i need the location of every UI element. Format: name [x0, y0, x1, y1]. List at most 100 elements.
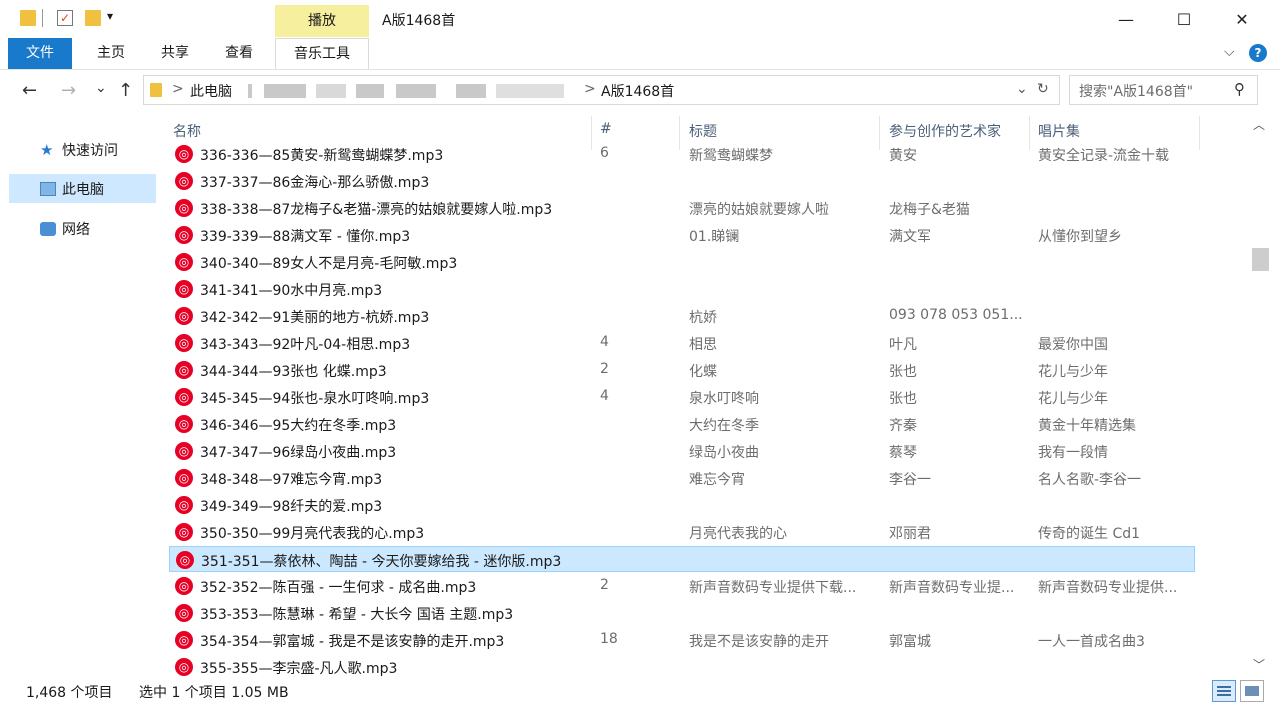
search-icon[interactable]: ⚲ — [1234, 80, 1245, 98]
netease-music-icon: ◎ — [175, 199, 193, 217]
redacted-path — [264, 84, 306, 98]
file-name: 343-343—92叶凡-04-相思.mp3 — [200, 337, 411, 353]
file-row[interactable]: ◎ 342-342—91美丽的地方-杭娇.mp3 杭娇 093 078 053 051… — [169, 303, 1195, 329]
forward-button[interactable]: → — [61, 80, 76, 101]
minimize-button[interactable]: — — [1097, 0, 1155, 38]
track-number: 2 — [600, 361, 609, 377]
file-row[interactable]: ◎ 338-338—87龙梅子&老猫-漂亮的姑娘就要嫁人啦.mp3 漂亮的姑娘就要嫁… — [169, 195, 1195, 221]
computer-icon — [40, 182, 56, 196]
file-row[interactable]: ◎ 345-345—94张也-泉水叮咚响.mp3 4 泉水叮咚响 张也 花儿与少年 — [169, 384, 1195, 410]
expand-ribbon-icon[interactable]: ⌵ — [1224, 44, 1235, 60]
track-artist: 郭富城 — [889, 634, 931, 650]
file-row[interactable]: ◎ 348-348—97难忘今宵.mp3 难忘今宵 李谷一 名人名歌-李谷一 — [169, 465, 1195, 491]
scroll-down-button[interactable]: ﹀ — [1253, 656, 1265, 673]
tab-view[interactable]: 查看 — [210, 38, 268, 69]
netease-music-icon: ◎ — [175, 334, 193, 352]
file-row[interactable]: ◎ 346-346—95大约在冬季.mp3 大约在冬季 齐秦 黄金十年精选集 — [169, 411, 1195, 437]
vertical-scrollbar[interactable] — [1250, 113, 1270, 673]
column-header-number[interactable]: # — [600, 121, 612, 137]
track-number: 4 — [600, 388, 609, 404]
netease-music-icon: ◎ — [175, 496, 193, 514]
back-button[interactable]: ← — [22, 80, 37, 101]
search-input[interactable]: 搜索"A版1468首" — [1079, 81, 1193, 101]
file-row[interactable]: ◎ 341-341—90水中月亮.mp3 — [169, 276, 1195, 302]
sidebar-item-label: 快速访问 — [62, 143, 118, 159]
selection-info: 选中 1 个项目 1.05 MB — [139, 685, 289, 701]
file-name: 341-341—90水中月亮.mp3 — [200, 283, 383, 299]
netease-music-icon: ◎ — [175, 415, 193, 433]
file-name: 355-355—李宗盛-凡人歌.mp3 — [200, 661, 398, 677]
file-row[interactable]: ◎ 344-344—93张也 化蝶.mp3 2 化蝶 张也 花儿与少年 — [169, 357, 1195, 383]
sidebar-item-quick-access[interactable]: ★ 快速访问 — [40, 140, 118, 160]
help-icon[interactable]: ? — [1249, 44, 1267, 62]
sidebar-item-label: 此电脑 — [62, 182, 104, 198]
tab-home[interactable]: 主页 — [82, 38, 140, 69]
column-header-title[interactable]: 标题 — [689, 121, 717, 141]
address-bar[interactable]: > 此电脑 > A版1468首 ⌄ ↻ — [143, 75, 1060, 105]
maximize-button[interactable]: ☐ — [1155, 0, 1213, 38]
file-row[interactable]: ◎ 350-350—99月亮代表我的心.mp3 月亮代表我的心 邓丽君 传奇的诞生 Cd… — [169, 519, 1195, 545]
refresh-icon[interactable]: ↻ — [1037, 81, 1049, 97]
redacted-path — [496, 84, 564, 98]
breadcrumb-current-folder[interactable]: A版1468首 — [601, 81, 674, 101]
file-row[interactable]: ◎ 351-351—蔡依林、陶喆 - 今天你要嫁给我 - 迷你版.mp3 — [169, 546, 1195, 572]
track-artist: 093 078 053 051... — [889, 307, 1023, 323]
file-name: 344-344—93张也 化蝶.mp3 — [200, 364, 387, 380]
breadcrumb-separator[interactable]: > — [584, 81, 596, 97]
column-header-album[interactable]: 唱片集 — [1038, 121, 1080, 141]
address-dropdown-icon[interactable]: ⌄ — [1016, 81, 1028, 97]
file-name: 354-354—郭富城 - 我是不是该安静的走开.mp3 — [200, 634, 505, 650]
track-title: 大约在冬季 — [689, 418, 759, 434]
track-album: 花儿与少年 — [1038, 391, 1108, 407]
netease-music-icon: ◎ — [175, 523, 193, 541]
scrollbar-thumb[interactable] — [1252, 248, 1269, 271]
file-row[interactable]: ◎ 353-353—陈慧琳 - 希望 - 大长今 国语 主题.mp3 — [169, 600, 1195, 626]
sidebar-item-network[interactable]: 网络 — [40, 219, 90, 239]
breadcrumb-this-pc[interactable]: 此电脑 — [190, 81, 232, 101]
file-row[interactable]: ◎ 336-336—85黄安-新鸳鸯蝴蝶梦.mp3 6 新鸳鸯蝴蝶梦 黄安 黄安全记录-流… — [169, 141, 1195, 167]
properties-icon[interactable]: ✓ — [57, 10, 73, 26]
track-number: 6 — [600, 145, 609, 161]
scroll-up-button[interactable]: ︿ — [1253, 116, 1265, 133]
column-header-name[interactable]: 名称 — [173, 121, 201, 141]
netease-music-icon: ◎ — [175, 604, 193, 622]
netease-music-icon: ◎ — [175, 577, 193, 595]
file-row[interactable]: ◎ 337-337—86金海心-那么骄傲.mp3 — [169, 168, 1195, 194]
file-row[interactable]: ◎ 340-340—89女人不是月亮-毛阿敏.mp3 — [169, 249, 1195, 275]
folder-icon — [20, 10, 36, 26]
track-album: 名人名歌-李谷一 — [1038, 472, 1142, 488]
track-title: 泉水叮咚响 — [689, 391, 759, 407]
large-icons-view-icon[interactable] — [1240, 680, 1264, 702]
sidebar-item-this-pc[interactable]: 此电脑 — [40, 179, 104, 199]
file-row[interactable]: ◎ 347-347—96绿岛小夜曲.mp3 绿岛小夜曲 蔡琴 我有一段情 — [169, 438, 1195, 464]
close-button[interactable]: ✕ — [1213, 0, 1271, 38]
title-bar: ✓ ▾ 播放 A版1468首 — ☐ ✕ — [0, 0, 1280, 38]
tab-music-tools[interactable]: 音乐工具 — [275, 38, 369, 69]
details-view-icon[interactable] — [1212, 680, 1236, 702]
new-folder-icon[interactable] — [85, 10, 101, 26]
track-title: 月亮代表我的心 — [689, 526, 787, 542]
netease-music-icon: ◎ — [175, 631, 193, 649]
file-name: 336-336—85黄安-新鸳鸯蝴蝶梦.mp3 — [200, 148, 444, 164]
file-row[interactable]: ◎ 339-339—88满文军 - 懂你.mp3 01.睇镧 满文军 从懂你到望乡 — [169, 222, 1195, 248]
breadcrumb-separator[interactable]: > — [172, 81, 184, 97]
netease-music-icon: ◎ — [175, 442, 193, 460]
recent-locations-button[interactable]: ⌄ — [95, 80, 107, 96]
file-row[interactable]: ◎ 349-349—98纤夫的爱.mp3 — [169, 492, 1195, 518]
file-row[interactable]: ◎ 354-354—郭富城 - 我是不是该安静的走开.mp3 18 我是不是该安静的走… — [169, 627, 1195, 653]
up-button[interactable]: ↑ — [118, 80, 133, 101]
file-row[interactable]: ◎ 352-352—陈百强 - 一生何求 - 成名曲.mp3 2 新声音数码专业提供下… — [169, 573, 1195, 599]
column-divider[interactable] — [1199, 116, 1200, 150]
track-title: 相思 — [689, 337, 717, 353]
search-box[interactable]: 搜索"A版1468首" ⚲ — [1069, 75, 1258, 105]
customize-quick-access-icon[interactable]: ▾ — [107, 9, 113, 23]
tab-share[interactable]: 共享 — [146, 38, 204, 69]
file-row[interactable]: ◎ 343-343—92叶凡-04-相思.mp3 4 相思 叶凡 最爱你中国 — [169, 330, 1195, 356]
file-name: 339-339—88满文军 - 懂你.mp3 — [200, 229, 411, 245]
file-name: 346-346—95大约在冬季.mp3 — [200, 418, 397, 434]
track-artist: 李谷一 — [889, 472, 931, 488]
file-name: 347-347—96绿岛小夜曲.mp3 — [200, 445, 397, 461]
tab-file[interactable]: 文件 — [8, 38, 72, 69]
column-header-artist[interactable]: 参与创作的艺术家 — [889, 121, 1001, 141]
track-artist: 龙梅子&老猫 — [889, 202, 970, 218]
